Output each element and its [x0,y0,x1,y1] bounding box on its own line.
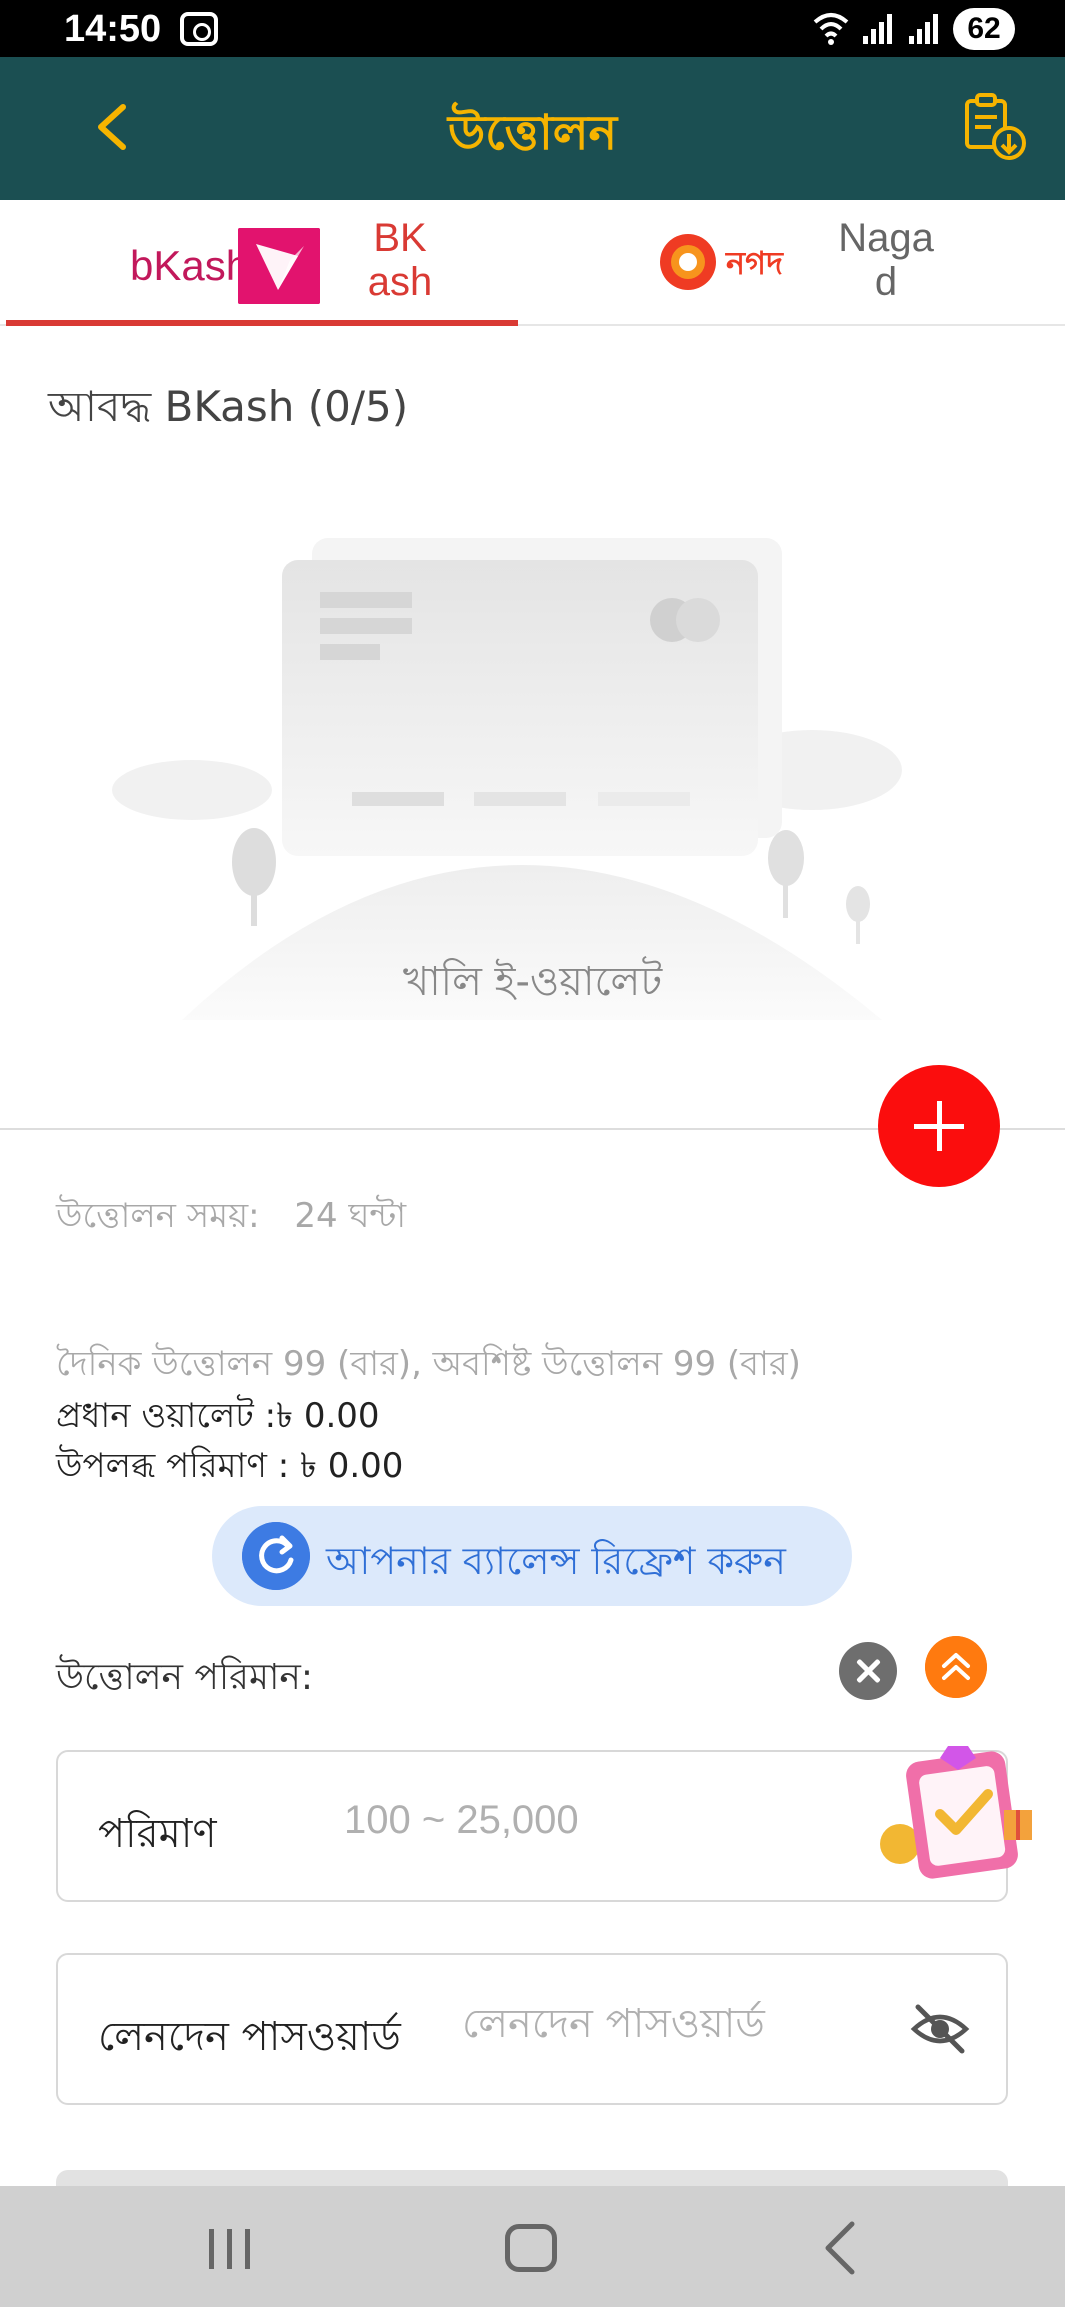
withdraw-time-label: উত্তোলন সময়: [56,1196,260,1236]
daily-withdraw-limit: দৈনিক উত্তোলন 99 (বার), অবশিষ্ট উত্তোলন … [56,1344,801,1384]
empty-wallet-label: খালি ই-ওয়ালেট [402,959,663,1005]
collapse-button[interactable] [925,1636,987,1698]
password-field-label: লেনদেন পাসওয়ার্ড [98,2014,401,2060]
refresh-balance-label: আপনার ব্যালেন্স রিফ্রেশ করুন [326,1539,786,1583]
refresh-balance-button[interactable]: আপনার ব্যালেন্স রিফ্রেশ করুন [212,1506,852,1606]
amount-field-label: পরিমাণ [98,1811,217,1857]
tab-nagad[interactable]: নগদ Naga d [532,200,1065,326]
wifi-icon [813,13,849,45]
bound-wallets-title: আবদ্ধ BKash (0/5) [48,382,409,431]
amount-input[interactable] [344,1798,904,1843]
withdraw-time: উত্তোলন সময়: 24 ঘন্টা [56,1190,406,1247]
tab-bkash-label-line2: ash [367,260,433,304]
tab-nagad-label: Naga d [836,216,936,304]
withdraw-amount-label: উত্তোলন পরিমান: [56,1657,314,1698]
battery-indicator: 62 [953,8,1015,50]
app-header: উত্তোলন [0,57,1065,200]
tab-bkash-label-line1: BK [373,216,427,260]
payment-method-tabs: bKash BK ash নগদ Naga d [0,200,1065,326]
refresh-icon [242,1522,310,1590]
status-time: 14:50 [64,8,162,50]
tab-nagad-label-line1: Naga [838,216,934,260]
clipboard-download-icon[interactable] [959,91,1029,161]
eye-off-icon[interactable] [910,2001,970,2057]
bkash-logo-icon [238,228,320,304]
system-nav-bar [0,2186,1065,2307]
clear-amount-button[interactable] [839,1642,897,1700]
available-amount: উপলব্ধ পরিমাণ : ৳ 0.00 [56,1446,404,1486]
tab-bkash-label: BK ash [350,216,450,304]
main-wallet-balance: প্রধান ওয়ালেট :৳ 0.00 [56,1396,380,1436]
back-icon[interactable] [820,2220,860,2276]
recents-icon[interactable] [205,2226,255,2272]
bkash-logo-text: bKash [130,242,250,289]
password-field: লেনদেন পাসওয়ার্ড [56,1953,1008,2105]
signal-icon-2 [909,14,938,44]
password-input[interactable] [462,2001,902,2047]
screen-record-icon [180,12,218,46]
nagad-logo-icon: নগদ [660,234,784,290]
add-wallet-button[interactable] [878,1065,1000,1187]
status-bar: 14:50 62 [0,0,1065,57]
withdraw-time-value: 24 ঘন্টা [294,1196,407,1236]
signal-icon [863,14,892,44]
page-title: উত্তোলন [447,105,618,161]
amount-field: পরিমাণ [56,1750,1008,1902]
tab-nagad-label-line2: d [874,260,898,304]
gift-checklist-badge[interactable] [878,1736,1038,1886]
tab-bkash[interactable]: bKash BK ash [6,200,518,326]
status-icons: 62 [813,8,1015,50]
nagad-logo-text: নগদ [725,244,784,282]
home-icon[interactable] [505,2224,557,2272]
